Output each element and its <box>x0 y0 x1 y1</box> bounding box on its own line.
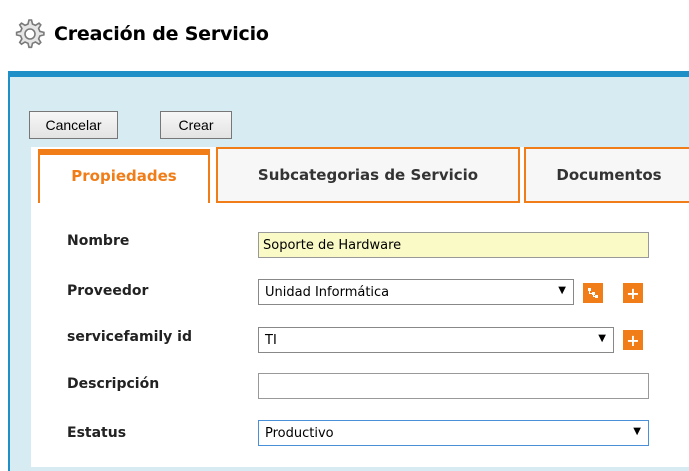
tab-documentos[interactable]: Documentos <box>524 147 689 203</box>
nombre-label: Nombre <box>67 233 130 249</box>
estatus-select[interactable]: Productivo ▼ <box>258 420 649 446</box>
dropdown-arrow-icon: ▼ <box>558 285 566 296</box>
page-header: Creación de Servicio <box>12 18 269 50</box>
tab-subcategorias[interactable]: Subcategorias de Servicio <box>216 147 520 203</box>
servicefamily-select[interactable]: TI ▼ <box>258 327 614 353</box>
hierarchy-icon <box>588 288 598 298</box>
plus-icon: + <box>626 283 640 303</box>
hierarchy-button[interactable] <box>583 283 603 303</box>
proveedor-value: Unidad Informática <box>265 284 390 300</box>
gear-icon <box>15 19 45 49</box>
dropdown-arrow-icon: ▼ <box>633 426 641 437</box>
add-proveedor-button[interactable]: + <box>623 283 643 303</box>
estatus-value: Productivo <box>265 425 334 441</box>
servicefamily-value: TI <box>265 332 277 348</box>
tab-propiedades[interactable]: Propiedades <box>38 149 210 203</box>
descripcion-label: Descripción <box>67 376 160 392</box>
proveedor-label: Proveedor <box>67 283 149 299</box>
descripcion-field[interactable] <box>258 373 649 399</box>
page-title: Creación de Servicio <box>54 23 269 45</box>
plus-icon: + <box>626 330 640 350</box>
proveedor-select[interactable]: Unidad Informática ▼ <box>258 279 574 305</box>
dropdown-arrow-icon: ▼ <box>598 333 606 344</box>
servicefamily-label: servicefamily id <box>67 329 192 345</box>
add-servicefamily-button[interactable]: + <box>623 330 643 350</box>
cancel-button[interactable]: Cancelar <box>29 111 118 139</box>
estatus-label: Estatus <box>67 425 127 441</box>
create-button[interactable]: Crear <box>160 111 232 139</box>
nombre-field[interactable] <box>258 232 649 258</box>
